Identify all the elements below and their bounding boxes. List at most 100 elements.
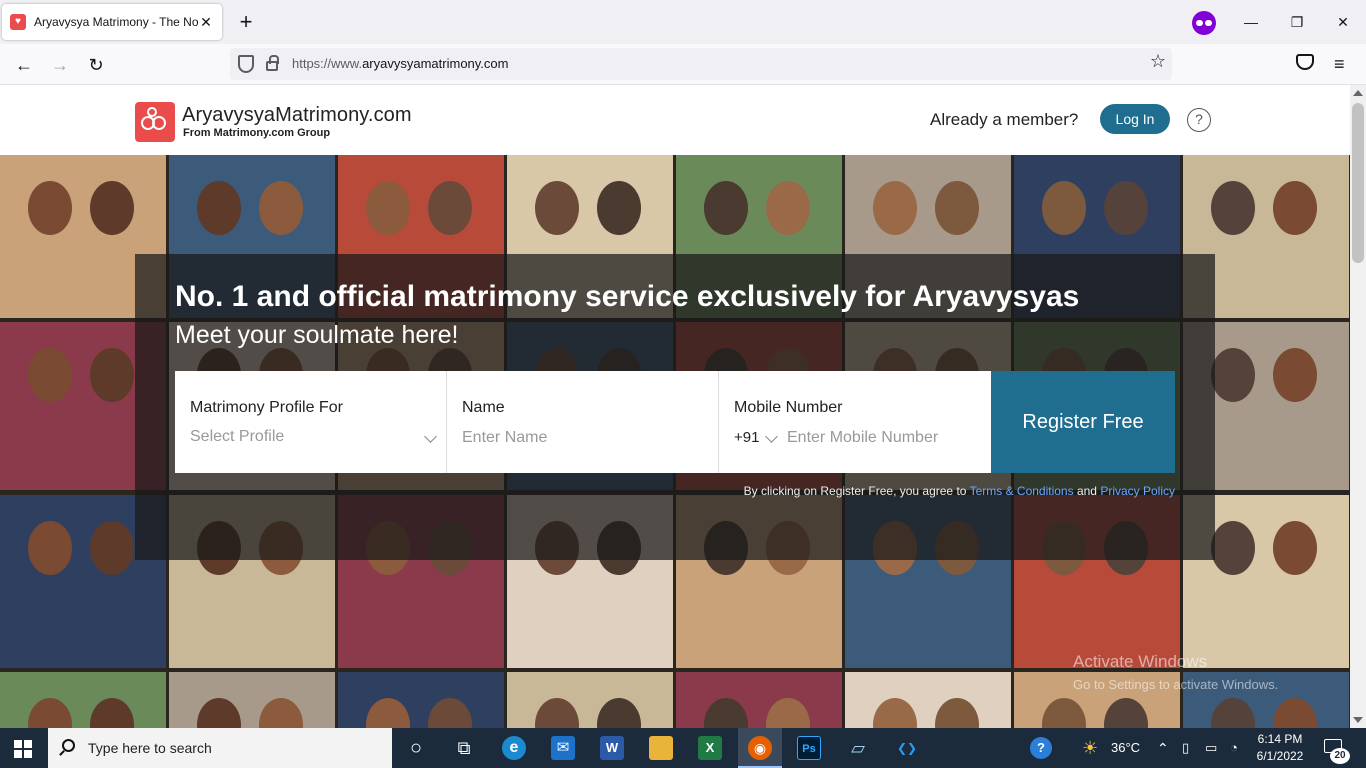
- person-face: [28, 181, 72, 235]
- device-icon[interactable]: ▯: [1182, 728, 1189, 768]
- word-icon[interactable]: W: [600, 736, 624, 760]
- forward-button[interactable]: →: [45, 50, 75, 80]
- window-close-button[interactable]: ✕: [1320, 8, 1366, 36]
- browser-tab[interactable]: ♥ Aryavysya Matrimony - The No ✕: [2, 4, 222, 40]
- lock-icon[interactable]: [266, 55, 279, 71]
- wifi-icon[interactable]: ◔: [1230, 728, 1238, 768]
- person-face: [597, 181, 641, 235]
- tab-close-icon[interactable]: ✕: [198, 14, 214, 31]
- couple-photo: [169, 672, 335, 728]
- show-hidden-icons-chevron-icon[interactable]: ⌃: [1157, 728, 1169, 768]
- firefox-icon[interactable]: ◉: [748, 736, 772, 760]
- person-face: [197, 181, 241, 235]
- person-face: [935, 181, 979, 235]
- country-code-chevron-icon[interactable]: [765, 430, 778, 443]
- registration-overlay: No. 1 and official matrimony service exc…: [135, 254, 1215, 560]
- brand-logo-icon[interactable]: [135, 102, 175, 142]
- excel-icon[interactable]: X: [698, 736, 722, 760]
- windows-start-icon[interactable]: [14, 740, 32, 758]
- person-face: [1042, 698, 1086, 728]
- person-face: [1104, 181, 1148, 235]
- person-face: [1273, 181, 1317, 235]
- site-header: AryavysyaMatrimony.com From Matrimony.co…: [0, 85, 1350, 155]
- person-face: [428, 181, 472, 235]
- help-icon[interactable]: ?: [1187, 108, 1211, 132]
- bookmark-star-icon[interactable]: ☆: [1150, 51, 1166, 72]
- privacy-policy-link[interactable]: Privacy Policy: [1100, 484, 1175, 498]
- country-code-select[interactable]: +91: [734, 429, 759, 446]
- person-face: [1104, 698, 1148, 728]
- person-face: [366, 698, 410, 728]
- couple-photo: [507, 672, 673, 728]
- task-view-icon[interactable]: ⧉: [452, 736, 476, 760]
- scroll-up-icon[interactable]: [1353, 90, 1363, 96]
- hero-subtitle: Meet your soulmate here!: [175, 321, 459, 349]
- weather-temperature[interactable]: 36°C: [1111, 728, 1140, 768]
- person-face: [1273, 348, 1317, 402]
- registration-form: Matrimony Profile For Select Profile Nam…: [175, 371, 1175, 473]
- person-face: [259, 698, 303, 728]
- name-field[interactable]: Name Enter Name: [447, 371, 719, 473]
- file-explorer-icon[interactable]: ▬: [649, 736, 673, 760]
- couple-photo: [845, 672, 1011, 728]
- terms-link[interactable]: Terms & Conditions: [970, 484, 1074, 498]
- edge-icon[interactable]: e: [502, 736, 526, 760]
- person-face: [1273, 521, 1317, 575]
- cortana-icon[interactable]: ○: [404, 736, 428, 760]
- mail-icon[interactable]: ✉: [551, 736, 575, 760]
- weather-sun-icon[interactable]: ☀: [1082, 728, 1098, 768]
- register-free-button[interactable]: Register Free: [991, 371, 1175, 473]
- hero-title: No. 1 and official matrimony service exc…: [175, 280, 1080, 313]
- battery-icon[interactable]: ▭: [1205, 728, 1217, 768]
- taskbar-search-placeholder[interactable]: Type here to search: [88, 728, 212, 768]
- minimize-button[interactable]: —: [1228, 8, 1274, 36]
- vscode-icon[interactable]: ❮❯: [895, 736, 919, 760]
- person-face: [1211, 521, 1255, 575]
- url-text[interactable]: https://www.aryavysyamatrimony.com: [292, 48, 508, 80]
- new-tab-button[interactable]: +: [232, 8, 260, 36]
- login-button[interactable]: Log In: [1100, 104, 1170, 134]
- person-face: [90, 348, 134, 402]
- person-face: [766, 698, 810, 728]
- notepad-icon[interactable]: ▱: [846, 736, 870, 760]
- person-face: [766, 181, 810, 235]
- mobile-input[interactable]: Enter Mobile Number: [787, 429, 938, 447]
- person-face: [90, 521, 134, 575]
- person-face: [1211, 698, 1255, 728]
- person-face: [535, 698, 579, 728]
- name-input[interactable]: Enter Name: [462, 429, 547, 447]
- system-clock[interactable]: 6:14 PM 6/1/2022: [1248, 731, 1312, 765]
- restore-button[interactable]: ❐: [1274, 8, 1320, 36]
- brand-name[interactable]: AryavysyaMatrimony.com: [182, 104, 412, 127]
- activate-windows-title: Activate Windows: [1073, 652, 1208, 671]
- hamburger-menu-icon[interactable]: ≡: [1334, 54, 1345, 74]
- couple-photo: [0, 672, 166, 728]
- reload-button[interactable]: ↻: [81, 50, 111, 80]
- profile-for-placeholder[interactable]: Select Profile: [190, 428, 284, 446]
- person-face: [597, 698, 641, 728]
- person-face: [28, 698, 72, 728]
- site-favicon-icon: ♥: [10, 14, 26, 30]
- brand-subtitle: From Matrimony.com Group: [183, 127, 331, 139]
- person-face: [935, 698, 979, 728]
- chevron-down-icon[interactable]: [424, 430, 437, 443]
- taskbar-search-box[interactable]: Type here to search: [48, 728, 392, 768]
- person-face: [873, 181, 917, 235]
- mobile-field[interactable]: Mobile Number +91 Enter Mobile Number: [719, 371, 991, 473]
- scroll-thumb[interactable]: [1352, 103, 1364, 263]
- clock-date: 6/1/2022: [1256, 749, 1304, 763]
- photoshop-icon[interactable]: Ps: [797, 736, 821, 760]
- scroll-down-icon[interactable]: [1353, 717, 1363, 723]
- help-tray-icon[interactable]: ?: [1030, 737, 1052, 759]
- profile-for-select[interactable]: Matrimony Profile For Select Profile: [175, 371, 447, 473]
- name-label: Name: [462, 399, 505, 416]
- person-face: [197, 698, 241, 728]
- address-bar[interactable]: https://www.aryavysyamatrimony.com ☆: [230, 48, 1172, 80]
- profile-for-label: Matrimony Profile For: [190, 399, 343, 416]
- private-browsing-mask-icon[interactable]: [1192, 11, 1216, 35]
- person-face: [1211, 181, 1255, 235]
- tracking-protection-shield-icon[interactable]: [238, 55, 254, 73]
- page-scrollbar[interactable]: [1350, 85, 1366, 728]
- person-face: [259, 181, 303, 235]
- back-button[interactable]: ←: [9, 50, 39, 80]
